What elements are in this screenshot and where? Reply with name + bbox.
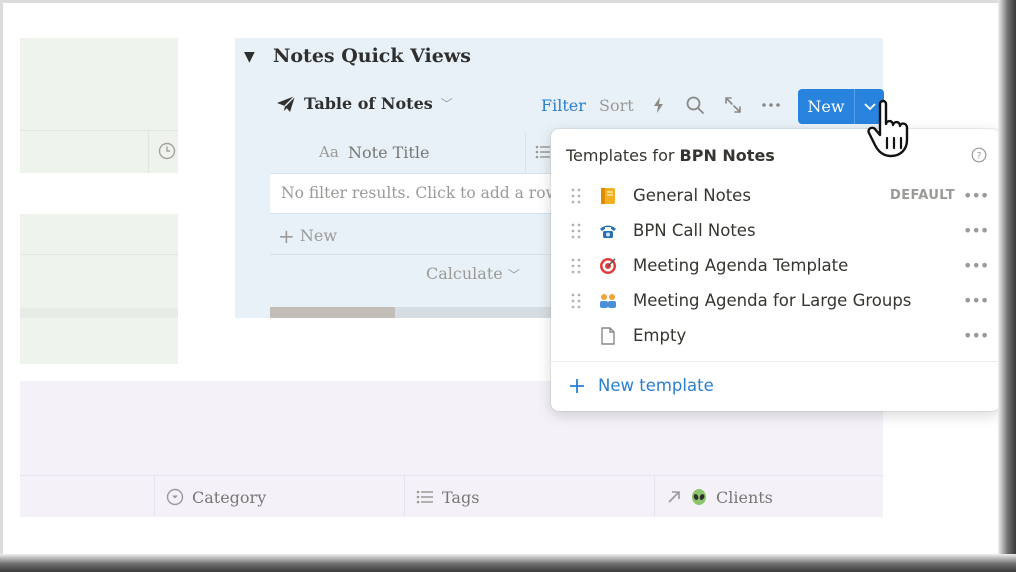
templates-popup: Templates for BPN Notes ? General Notes … xyxy=(551,129,1000,411)
template-item-general-notes[interactable]: General Notes DEFAULT ••• xyxy=(551,178,1000,213)
divider xyxy=(270,213,552,214)
template-name: Empty xyxy=(633,326,687,345)
calculate-label: Calculate xyxy=(426,264,503,283)
divider xyxy=(154,476,155,517)
popup-heading: Templates for BPN Notes xyxy=(566,146,775,165)
divider xyxy=(20,254,178,255)
lightning-icon[interactable] xyxy=(648,94,670,116)
more-options-icon[interactable]: ••• xyxy=(963,186,989,205)
template-item-meeting-agenda-large-groups[interactable]: Meeting Agenda for Large Groups ••• xyxy=(551,283,1000,318)
template-name: Meeting Agenda Template xyxy=(633,256,849,275)
view-name: Table of Notes xyxy=(304,94,433,113)
clock-icon xyxy=(158,142,176,160)
collapse-toggle[interactable]: ▼ xyxy=(244,49,255,65)
default-badge: DEFAULT xyxy=(890,188,956,203)
column-header-note-title[interactable]: Aa Note Title xyxy=(270,133,552,173)
more-options-icon[interactable] xyxy=(760,94,782,116)
circle-chevron-icon xyxy=(166,488,184,506)
new-button-label[interactable]: New xyxy=(798,89,855,124)
frame-edge xyxy=(0,0,1016,3)
relation-arrow-icon xyxy=(668,491,680,503)
expand-icon[interactable] xyxy=(722,94,744,116)
column-header-category[interactable]: Category xyxy=(166,477,266,517)
drag-handle-icon[interactable] xyxy=(571,258,581,274)
plus-icon xyxy=(570,378,584,393)
divider xyxy=(270,254,552,255)
empty-results-row[interactable]: No filter results. Click to add a row. xyxy=(270,174,562,213)
column-label: Clients xyxy=(716,487,773,507)
drag-handle-icon[interactable] xyxy=(571,188,581,204)
divider xyxy=(20,475,883,476)
divider xyxy=(20,130,178,131)
more-options-icon[interactable]: ••• xyxy=(963,326,989,345)
column-header-tags[interactable]: Tags xyxy=(416,477,479,517)
quick-views-title: Notes Quick Views xyxy=(273,45,471,67)
column-label: Category xyxy=(192,487,267,507)
chevron-down-icon: ﹀ xyxy=(440,97,453,111)
new-template-button[interactable]: New template xyxy=(568,376,714,395)
calculate-button[interactable]: Calculate ﹀ xyxy=(426,264,520,283)
svg-text:?: ? xyxy=(977,152,982,162)
divider xyxy=(20,308,178,318)
chevron-down-icon: ﹀ xyxy=(507,268,520,282)
popup-heading-prefix: Templates for xyxy=(566,146,675,165)
divider xyxy=(525,133,526,173)
template-item-bpn-call-notes[interactable]: BPN Call Notes ••• xyxy=(551,213,1000,248)
column-title: Note Title xyxy=(348,143,430,162)
more-options-icon[interactable]: ••• xyxy=(963,291,989,310)
popup-heading-db: BPN Notes xyxy=(679,146,775,165)
telephone-icon xyxy=(600,225,616,238)
drag-handle-icon[interactable] xyxy=(571,223,581,239)
text-type-icon: Aa xyxy=(319,143,339,161)
help-icon[interactable]: ? xyxy=(971,147,987,163)
search-icon[interactable] xyxy=(684,94,706,116)
list-icon xyxy=(416,490,433,504)
hand-cursor-icon xyxy=(867,99,909,158)
empty-message: No filter results. Click to add a row. xyxy=(281,184,562,202)
plus-icon: + xyxy=(278,224,295,248)
alien-icon xyxy=(692,489,706,505)
left-panel-bottom xyxy=(20,214,178,364)
list-icon xyxy=(535,145,550,159)
notebook-icon xyxy=(601,188,615,204)
divider xyxy=(551,361,1000,362)
column-label: Tags xyxy=(442,487,480,507)
left-panel-top xyxy=(20,38,178,173)
template-item-meeting-agenda-template[interactable]: Meeting Agenda Template ••• xyxy=(551,248,1000,283)
template-name: Meeting Agenda for Large Groups xyxy=(633,291,912,310)
more-options-icon[interactable]: ••• xyxy=(963,256,989,275)
scrollbar-thumb[interactable] xyxy=(270,307,395,318)
divider xyxy=(654,476,655,517)
frame-shadow-right xyxy=(998,0,1016,572)
frame-shadow-bottom xyxy=(0,554,1016,572)
paper-plane-icon xyxy=(277,95,296,112)
sort-button[interactable]: Sort xyxy=(599,96,634,115)
frame-edge xyxy=(0,0,3,572)
column-header-clients[interactable]: Clients xyxy=(666,477,773,517)
more-options-icon[interactable]: ••• xyxy=(963,221,989,240)
divider xyxy=(404,476,405,517)
template-name: BPN Call Notes xyxy=(633,221,756,240)
page-icon xyxy=(601,327,615,345)
add-row-button[interactable]: + New xyxy=(278,224,337,248)
add-row-label: New xyxy=(299,226,338,245)
view-tab-table-of-notes[interactable]: Table of Notes ﹀ xyxy=(276,94,453,113)
drag-handle-icon[interactable] xyxy=(571,293,581,309)
template-name: General Notes xyxy=(633,186,751,205)
group-icon xyxy=(600,294,616,308)
new-template-label: New template xyxy=(598,376,714,395)
filter-button[interactable]: Filter xyxy=(541,96,586,115)
template-item-empty[interactable]: Empty ••• xyxy=(551,318,1000,353)
divider xyxy=(148,131,149,173)
target-icon xyxy=(600,258,616,274)
